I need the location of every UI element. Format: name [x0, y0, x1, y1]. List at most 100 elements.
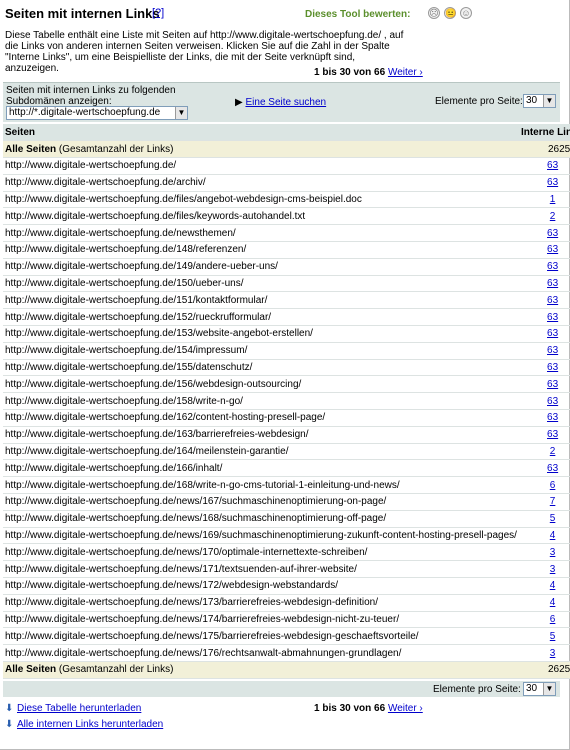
- internal-links-count-link[interactable]: 5: [550, 631, 556, 642]
- internal-links-count-link[interactable]: 4: [550, 580, 556, 591]
- pager-next-link[interactable]: Weiter ›: [388, 67, 423, 78]
- table-row: http://www.digitale-wertschoepfung.de/ne…: [3, 527, 570, 545]
- pager-next-link[interactable]: Weiter ›: [388, 703, 423, 714]
- internal-links-count-link[interactable]: 1: [550, 194, 556, 205]
- internal-links-count-link[interactable]: 63: [547, 429, 558, 440]
- happy-face-icon[interactable]: ☺: [460, 7, 472, 19]
- internal-links-count-link[interactable]: 63: [547, 278, 558, 289]
- internal-links-count-link[interactable]: 6: [550, 614, 556, 625]
- internal-links-count-link[interactable]: 3: [550, 564, 556, 575]
- column-header-pages[interactable]: Seiten: [3, 124, 519, 142]
- table-row: http://www.digitale-wertschoepfung.de/63: [3, 157, 570, 175]
- page-url: http://www.digitale-wertschoepfung.de/15…: [3, 375, 519, 394]
- table-row: http://www.digitale-wertschoepfung.de/ne…: [3, 510, 570, 528]
- internal-links-count-link[interactable]: 4: [550, 530, 556, 541]
- help-link[interactable]: [?]: [152, 7, 164, 19]
- internal-links-count-link[interactable]: 63: [547, 228, 558, 239]
- page-url: http://www.digitale-wertschoepfung.de/16…: [3, 409, 519, 427]
- internal-links-cell: 6: [518, 476, 570, 495]
- page-url: http://www.digitale-wertschoepfung.de/ne…: [3, 560, 519, 579]
- column-header-internal-links[interactable]: Interne Links: [518, 124, 570, 142]
- internal-links-count-link[interactable]: 63: [547, 396, 558, 407]
- internal-links-count-link[interactable]: 63: [547, 379, 558, 390]
- internal-links-count-link[interactable]: 63: [547, 412, 558, 423]
- page-url: http://www.digitale-wertschoepfung.de/fi…: [3, 207, 519, 226]
- download-arrow-icon: ⬇: [5, 703, 14, 714]
- per-page-select[interactable]: 30 ▼: [523, 94, 556, 108]
- sad-face-icon[interactable]: ☹: [428, 7, 440, 19]
- pager-range: 1 bis 30 von 66: [314, 67, 386, 78]
- table-header-row: Seiten Interne Links: [3, 124, 570, 142]
- page-url: http://www.digitale-wertschoepfung.de/15…: [3, 308, 519, 327]
- page-url: http://www.digitale-wertschoepfung.de/14…: [3, 241, 519, 259]
- download-all-link[interactable]: Alle internen Links herunterladen: [17, 719, 163, 730]
- internal-links-count-link[interactable]: 63: [547, 345, 558, 356]
- download-table-link[interactable]: Diese Tabelle herunterladen: [17, 703, 141, 714]
- page-url: http://www.digitale-wertschoepfung.de/15…: [3, 342, 519, 360]
- internal-links-count-link[interactable]: 63: [547, 463, 558, 474]
- internal-links-cell: 63: [518, 291, 570, 310]
- page-url: http://www.digitale-wertschoepfung.de/ne…: [3, 611, 519, 629]
- page-url: http://www.digitale-wertschoepfung.de/ne…: [3, 594, 519, 612]
- page-url: http://www.digitale-wertschoepfung.de/fi…: [3, 191, 519, 209]
- filter-bar: Seiten mit internen Links zu folgenden S…: [3, 82, 560, 122]
- table-row: http://www.digitale-wertschoepfung.de/15…: [3, 291, 570, 310]
- page-title: Seiten mit internen Links: [5, 6, 160, 21]
- page-url: http://www.digitale-wertschoepfung.de/ar…: [3, 174, 519, 192]
- page-url: http://www.digitale-wertschoepfung.de/15…: [3, 392, 519, 411]
- internal-links-cell: 63: [518, 375, 570, 394]
- internal-links-cell: 63: [518, 409, 570, 427]
- page-url: http://www.digitale-wertschoepfung.de/15…: [3, 275, 519, 293]
- per-page-value: 30: [526, 95, 538, 106]
- internal-links-count-link[interactable]: 63: [547, 160, 558, 171]
- internal-links-count-link[interactable]: 2: [550, 211, 556, 222]
- table-row: http://www.digitale-wertschoepfung.de/14…: [3, 241, 570, 259]
- page-url: http://www.digitale-wertschoepfung.de/ne…: [3, 510, 519, 528]
- chevron-down-icon: ▼: [543, 683, 555, 695]
- internal-links-cell: 63: [518, 359, 570, 377]
- internal-links-count-link[interactable]: 4: [550, 597, 556, 608]
- search-page: ▶ Eine Seite suchen: [235, 97, 326, 108]
- internal-links-cell: 7: [518, 493, 570, 511]
- internal-links-count-link[interactable]: 63: [547, 362, 558, 373]
- internal-links-cell: 4: [518, 577, 570, 595]
- page-url: http://www.digitale-wertschoepfung.de/ne…: [3, 543, 519, 562]
- total-label-rest: (Gesamtanzahl der Links): [56, 664, 174, 676]
- total-label-bold: Alle Seiten: [5, 143, 57, 155]
- internal-links-count-link[interactable]: 6: [550, 480, 556, 491]
- internal-links-cell: 63: [518, 258, 570, 276]
- table-row: http://www.digitale-wertschoepfung.de/15…: [3, 325, 570, 343]
- table-row: http://www.digitale-wertschoepfung.de/fi…: [3, 191, 570, 209]
- internal-links-count-link[interactable]: 63: [547, 177, 558, 188]
- page-url: http://www.digitale-wertschoepfung.de/16…: [3, 443, 519, 461]
- internal-links-cell: 63: [518, 325, 570, 343]
- internal-links-count-link[interactable]: 63: [547, 261, 558, 272]
- per-page-select-bottom[interactable]: 30 ▼: [523, 682, 556, 696]
- internal-links-cell: 5: [518, 627, 570, 646]
- page-url: http://www.digitale-wertschoepfung.de/ne…: [3, 224, 519, 243]
- page-frame: Seiten mit internen Links [?] Dieses Too…: [0, 0, 570, 750]
- page-url: http://www.digitale-wertschoepfung.de/ne…: [3, 627, 519, 646]
- internal-links-count-link[interactable]: 63: [547, 295, 558, 306]
- internal-links-count-link[interactable]: 3: [550, 648, 556, 659]
- internal-links-count-link[interactable]: 63: [547, 244, 558, 255]
- page-url: http://www.digitale-wertschoepfung.de/15…: [3, 291, 519, 310]
- internal-links-count-link[interactable]: 63: [547, 328, 558, 339]
- internal-links-count-link[interactable]: 63: [547, 312, 558, 323]
- table-row: http://www.digitale-wertschoepfung.de/ne…: [3, 611, 570, 629]
- search-page-link[interactable]: Eine Seite suchen: [245, 97, 326, 108]
- page-url: http://www.digitale-wertschoepfung.de/15…: [3, 359, 519, 377]
- neutral-face-icon[interactable]: 😐: [444, 7, 456, 19]
- subdomain-select[interactable]: http://*.digitale-wertschoepfung.de ▼: [6, 106, 188, 120]
- internal-links-count-link[interactable]: 7: [550, 496, 556, 507]
- download-table: ⬇ Diese Tabelle herunterladen: [5, 703, 141, 714]
- internal-links-cell: 5: [518, 510, 570, 528]
- internal-links-count-link[interactable]: 3: [550, 547, 556, 558]
- page-url: http://www.digitale-wertschoepfung.de/ne…: [3, 644, 519, 662]
- page-url: http://www.digitale-wertschoepfung.de/ne…: [3, 577, 519, 595]
- triangle-right-icon: ▶: [235, 97, 243, 108]
- internal-links-cell: 63: [518, 174, 570, 192]
- internal-links-count-link[interactable]: 5: [550, 513, 556, 524]
- page-url: http://www.digitale-wertschoepfung.de/16…: [3, 476, 519, 495]
- internal-links-count-link[interactable]: 2: [550, 446, 556, 457]
